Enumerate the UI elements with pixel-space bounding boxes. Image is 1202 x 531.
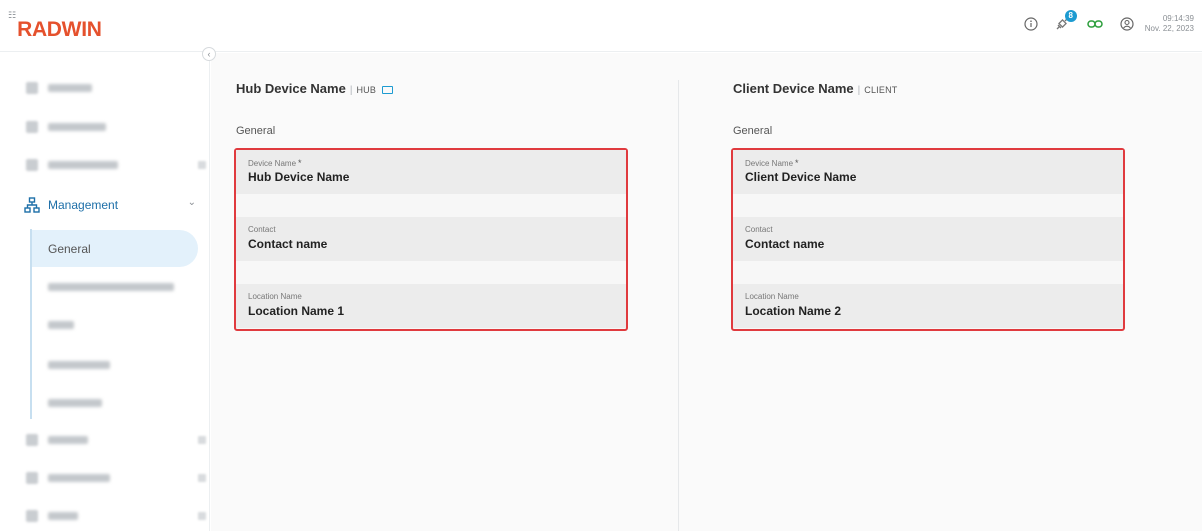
hub-section-general: General bbox=[236, 125, 276, 137]
blurred-label bbox=[48, 474, 110, 482]
hub-fields-group: Device Name * Hub Device Name Contact Con… bbox=[234, 148, 628, 331]
field-value: Client Device Name bbox=[745, 170, 857, 184]
satellite-icon[interactable]: 8 bbox=[1055, 10, 1077, 32]
field-label: Location Name bbox=[745, 292, 799, 301]
sidebar-subitem-blurred-1[interactable] bbox=[48, 283, 174, 291]
top-header: ☷ RADWIN 8 09:14:39 Nov. 22, 2023 bbox=[0, 0, 1202, 52]
blurred-icon bbox=[26, 510, 38, 522]
blurred-icon bbox=[26, 434, 38, 446]
sidebar-item-label: Management bbox=[48, 198, 119, 212]
sidebar-item-blurred-6[interactable] bbox=[26, 505, 206, 527]
network-tree-icon bbox=[24, 197, 40, 213]
hub-role-label: HUB bbox=[356, 85, 377, 95]
client-contact-field[interactable]: Contact Contact name bbox=[733, 217, 1123, 261]
field-label: Contact bbox=[248, 225, 276, 234]
field-label: Device Name * bbox=[248, 158, 302, 168]
blurred-label bbox=[48, 161, 118, 169]
field-label: Contact bbox=[745, 225, 773, 234]
blurred-indicator bbox=[198, 436, 206, 444]
field-value: Location Name 2 bbox=[745, 304, 842, 318]
field-value: Hub Device Name bbox=[248, 170, 350, 184]
sidebar-item-blurred-5[interactable] bbox=[26, 467, 206, 489]
link-icon[interactable] bbox=[1087, 16, 1103, 32]
hub-contact-field[interactable]: Contact Contact name bbox=[236, 217, 626, 261]
hub-location-field[interactable]: Location Name Location Name 1 bbox=[236, 284, 626, 328]
panel-divider bbox=[678, 80, 679, 531]
blurred-indicator bbox=[198, 512, 206, 520]
info-icon[interactable] bbox=[1023, 16, 1039, 32]
sidebar-subitem-general[interactable]: General bbox=[32, 230, 198, 267]
chevron-down-icon: ⌄ bbox=[187, 197, 196, 208]
client-location-field[interactable]: Location Name Location Name 2 bbox=[733, 284, 1123, 328]
required-mark: * bbox=[795, 158, 799, 168]
device-link-icon[interactable] bbox=[382, 86, 394, 94]
user-icon[interactable] bbox=[1119, 16, 1135, 32]
hub-device-title: Hub Device Name bbox=[236, 81, 346, 96]
client-device-name-field[interactable]: Device Name * Client Device Name bbox=[733, 150, 1123, 194]
logo-mark-icon: ☷ bbox=[8, 10, 17, 20]
sidebar-subitem-blurred-3[interactable] bbox=[48, 361, 110, 369]
sidebar-subitem-blurred-2[interactable] bbox=[48, 321, 74, 329]
header-toolbar: 8 09:14:39 Nov. 22, 2023 bbox=[1007, 10, 1194, 34]
hub-device-name-field[interactable]: Device Name * Hub Device Name bbox=[236, 150, 626, 194]
blurred-label bbox=[48, 512, 78, 520]
title-separator: | bbox=[349, 85, 353, 96]
blurred-icon bbox=[26, 82, 38, 94]
client-device-title: Client Device Name bbox=[733, 81, 854, 96]
sidebar-item-management[interactable]: Management ⌄ bbox=[24, 193, 204, 217]
field-value: Location Name 1 bbox=[248, 304, 345, 318]
notification-badge: 8 bbox=[1064, 10, 1077, 22]
field-value: Contact name bbox=[745, 237, 825, 251]
sidebar-collapse-button[interactable]: ‹ bbox=[202, 47, 216, 61]
blurred-indicator bbox=[198, 161, 206, 169]
field-label: Device Name * bbox=[745, 158, 799, 168]
blurred-label bbox=[48, 123, 106, 131]
sidebar-subitem-blurred-4[interactable] bbox=[48, 399, 102, 407]
clock: 09:14:39 Nov. 22, 2023 bbox=[1145, 14, 1194, 34]
sidebar-item-blurred-4[interactable] bbox=[26, 429, 206, 451]
clock-date: Nov. 22, 2023 bbox=[1144, 24, 1194, 33]
sidebar-subitem-label: General bbox=[48, 242, 91, 256]
client-role-label: CLIENT bbox=[864, 85, 898, 95]
blurred-icon bbox=[26, 159, 38, 171]
logo-text: RADWIN bbox=[17, 18, 102, 41]
title-separator: | bbox=[857, 85, 861, 96]
sidebar-item-blurred-1[interactable] bbox=[26, 77, 92, 99]
sidebar-item-blurred-2[interactable] bbox=[26, 116, 106, 138]
client-panel-title: Client Device Name | CLIENT bbox=[733, 81, 898, 96]
blurred-label bbox=[48, 436, 88, 444]
blurred-icon bbox=[26, 121, 38, 133]
radwin-logo[interactable]: ☷ RADWIN bbox=[8, 10, 102, 42]
client-fields-group: Device Name * Client Device Name Contact … bbox=[731, 148, 1125, 331]
blurred-indicator bbox=[198, 474, 206, 482]
sidebar: Management ⌄ General bbox=[0, 53, 210, 531]
field-value: Contact name bbox=[248, 237, 328, 251]
sidebar-item-blurred-3[interactable] bbox=[26, 154, 206, 176]
field-label: Location Name bbox=[248, 292, 302, 301]
client-section-general: General bbox=[733, 125, 773, 137]
required-mark: * bbox=[298, 158, 302, 168]
blurred-label bbox=[48, 84, 92, 92]
blurred-icon bbox=[26, 472, 38, 484]
clock-time: 09:14:39 bbox=[1162, 14, 1194, 23]
hub-panel-title: Hub Device Name | HUB bbox=[236, 81, 394, 96]
